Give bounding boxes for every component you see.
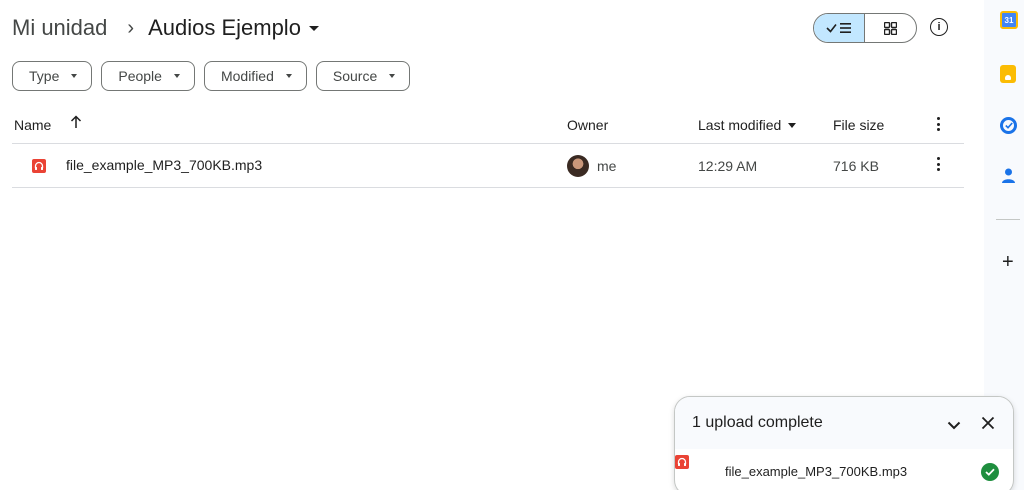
filter-source-button[interactable]: Source: [315, 61, 411, 91]
breadcrumb-root[interactable]: Mi unidad: [12, 15, 109, 41]
filter-people-button[interactable]: People: [101, 61, 195, 91]
caret-down-icon: [173, 74, 180, 78]
check-circle-icon: [981, 463, 999, 481]
contacts-icon[interactable]: [1000, 166, 1017, 186]
more-actions-icon[interactable]: [934, 157, 942, 171]
calendar-icon[interactable]: 31: [1000, 11, 1018, 29]
upload-panel-title: 1 upload complete: [692, 414, 823, 431]
info-icon[interactable]: i: [930, 18, 948, 36]
chevron-down-icon[interactable]: [947, 417, 961, 435]
filter-type-label: Type: [29, 68, 60, 84]
caret-down-icon: [285, 74, 292, 78]
breadcrumb-current-label: Audios Ejemplo: [148, 15, 301, 40]
column-modified-label: Last modified: [698, 117, 782, 133]
file-name[interactable]: file_example_MP3_700KB.mp3: [66, 157, 262, 173]
add-icon[interactable]: +: [1002, 252, 1014, 272]
sort-ascending-icon[interactable]: [70, 115, 82, 132]
filter-modified-label: Modified: [220, 68, 274, 84]
tasks-icon[interactable]: [1000, 117, 1017, 134]
avatar: [567, 155, 589, 177]
audio-file-icon: [675, 455, 689, 469]
list-view-button[interactable]: [814, 14, 866, 42]
side-panel-divider: [996, 219, 1020, 220]
breadcrumb-current-folder[interactable]: Audios Ejemplo: [148, 15, 319, 41]
grid-icon: [884, 21, 897, 35]
column-name-header[interactable]: Name: [14, 117, 51, 133]
check-list-icon: [826, 23, 851, 33]
filter-modified-button[interactable]: Modified: [203, 61, 307, 91]
caret-down-icon: [308, 25, 319, 31]
breadcrumb: Mi unidad › Audios Ejemplo: [12, 10, 319, 46]
filter-people-label: People: [118, 68, 162, 84]
filter-type-button[interactable]: Type: [12, 61, 93, 91]
table-row[interactable]: file_example_MP3_700KB.mp3 me 12:29 AM 7…: [12, 144, 964, 188]
upload-panel-header: 1 upload complete: [675, 397, 1013, 449]
table-header: Name Owner Last modified File size: [12, 108, 964, 144]
column-modified-header[interactable]: Last modified: [698, 117, 797, 133]
column-options-icon[interactable]: [934, 117, 942, 131]
upload-progress-panel: 1 upload complete file_example_MP3_700KB…: [674, 396, 1014, 490]
file-size: 716 KB: [833, 158, 879, 174]
column-size-header[interactable]: File size: [833, 117, 884, 133]
filter-source-label: Source: [332, 68, 378, 84]
column-owner-header[interactable]: Owner: [567, 117, 608, 133]
caret-down-icon: [389, 74, 396, 78]
close-icon[interactable]: [981, 414, 995, 434]
calendar-day-label: 31: [1004, 15, 1014, 25]
upload-file-name: file_example_MP3_700KB.mp3: [725, 464, 908, 479]
keep-icon[interactable]: [1000, 65, 1016, 83]
upload-item[interactable]: file_example_MP3_700KB.mp3: [675, 455, 1013, 490]
audio-file-icon: [32, 159, 46, 173]
breadcrumb-separator-icon: ›: [127, 16, 135, 39]
caret-down-icon: [788, 122, 797, 128]
filter-chips: Type People Modified Source: [12, 61, 411, 91]
grid-view-button[interactable]: [865, 14, 916, 42]
caret-down-icon: [71, 74, 78, 78]
file-modified: 12:29 AM: [698, 158, 758, 174]
view-toggle: [813, 13, 917, 43]
file-owner: me: [597, 158, 617, 174]
